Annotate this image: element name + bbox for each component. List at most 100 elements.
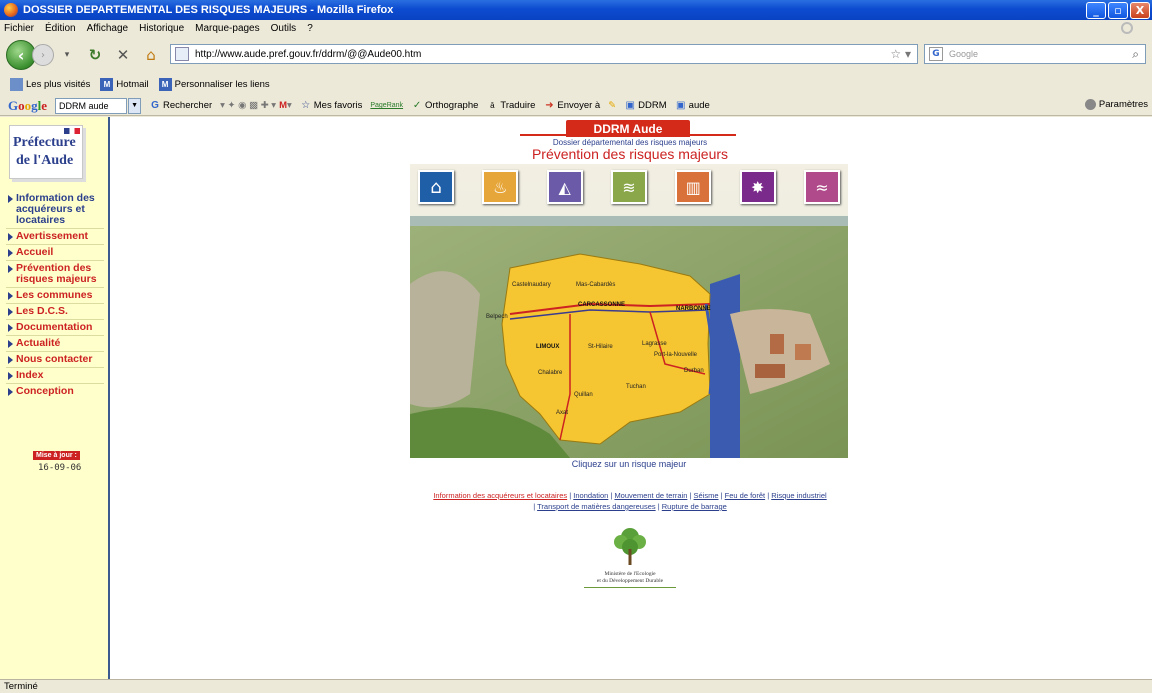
status-text: Terminé (4, 681, 38, 692)
sidebar-item-contact[interactable]: Nous contacter (0, 354, 108, 365)
reload-icon[interactable]: ↻ (85, 46, 105, 64)
close-button[interactable]: X (1130, 2, 1150, 19)
pagerank-label: PageRank (370, 102, 404, 109)
bookmarks-toolbar: Les plus visités M Hotmail M Personnalis… (0, 76, 1152, 93)
link-rupture-barrage[interactable]: Rupture de barrage (662, 502, 727, 511)
history-dropdown-icon[interactable]: ▾ (57, 50, 77, 60)
title-bar: DOSSIER DEPARTEMENTAL DES RISQUES MAJEUR… (0, 0, 1152, 20)
sidebar-item-conception[interactable]: Conception (0, 386, 108, 397)
search-engine-icon[interactable]: G (929, 47, 943, 61)
url-text[interactable]: http://www.aude.pref.gouv.fr/ddrm/@@Aude… (195, 49, 421, 60)
update-badge: Mise à jour : (33, 451, 80, 460)
envoyer-button[interactable]: ➜ Envoyer à (543, 100, 600, 112)
bookmark-most-visited[interactable]: Les plus visités (10, 78, 90, 91)
sidebar-item-information[interactable]: Information des acquéreurs et locataires (0, 193, 108, 226)
forward-button[interactable]: › (32, 44, 54, 66)
risque-industriel-icon[interactable]: ▥ (675, 170, 712, 204)
link-transport[interactable]: Transport de matières dangereuses (537, 502, 656, 511)
mes-favoris-label: Mes favoris (313, 100, 363, 111)
orthographe-button[interactable]: ✓ Orthographe (411, 99, 479, 112)
menu-aide[interactable]: ? (307, 23, 313, 34)
bookmark-personnaliser[interactable]: M Personnaliser les liens (158, 78, 270, 91)
sidebar-item-dcs[interactable]: Les D.C.S. (0, 306, 108, 317)
prefecture-logo[interactable]: Préfecture de l'Aude (9, 125, 83, 179)
logo-line2: de l'Aude (16, 153, 74, 168)
window-title: DOSSIER DEPARTEMENTAL DES RISQUES MAJEUR… (23, 4, 394, 16)
search-input[interactable]: Google (949, 49, 978, 59)
sidebar-item-prevention[interactable]: Prévention des risques majeurs (0, 263, 108, 285)
parametres-button[interactable]: Paramètres (1084, 99, 1148, 110)
link-information[interactable]: Information des acquéreurs et locataires (433, 491, 567, 500)
ministry-line2: et du Développement Durable (596, 578, 664, 584)
feu-de-foret-icon[interactable]: ♨ (482, 170, 519, 204)
google-search-dropdown[interactable]: ▼ (128, 97, 142, 114)
link-seisme[interactable]: Séisme (694, 491, 719, 500)
minimize-button[interactable]: _ (1086, 2, 1106, 19)
pagerank-button[interactable]: PageRank (370, 102, 403, 109)
seisme-icon[interactable]: ≋ (610, 170, 647, 204)
link-inondation[interactable]: Inondation (573, 491, 608, 500)
risk-map[interactable]: ⌂ ♨ ◭ ≋ ▥ ✸ ≈ Castelnaudary Mas-Cabardès… (410, 164, 848, 458)
throbber-icon (1121, 22, 1133, 34)
town-label: LIMOUX (536, 344, 560, 350)
town-label: CARCASSONNE (578, 302, 626, 308)
inondation-icon[interactable]: ⌂ (418, 170, 454, 204)
link-mouvement-terrain[interactable]: Mouvement de terrain (614, 491, 687, 500)
sidebar-item-accueil[interactable]: Accueil (0, 247, 108, 258)
sidebar-item-actualite[interactable]: Actualité (0, 338, 108, 349)
menu-outils[interactable]: Outils (271, 23, 297, 34)
ddrm-button[interactable]: ▣ DDRM (624, 100, 667, 112)
arrow-icon (8, 249, 13, 257)
highlight-icon[interactable]: ✎ (608, 100, 616, 111)
toolbar-buttons-icons[interactable]: ▾ ✦ ◉ ▩ ✚ ▾ M ▾ (220, 100, 292, 111)
ministry-tree-icon (614, 528, 646, 565)
url-bar[interactable]: http://www.aude.pref.gouv.fr/ddrm/@@Aude… (170, 44, 918, 64)
menu-fichier[interactable]: Fichier (4, 23, 34, 34)
search-bar[interactable]: G Google ⌕ (924, 44, 1146, 64)
page-favicon-icon (175, 47, 189, 61)
search-icon[interactable]: ⌕ (1132, 47, 1139, 62)
google-search-input[interactable]: DDRM aude (55, 97, 128, 114)
sidebar-item-index[interactable]: Index (0, 370, 108, 381)
transport-matieres-dangereuses-icon[interactable]: ✸ (739, 170, 776, 204)
link-risque-industriel[interactable]: Risque industriel (771, 491, 826, 500)
menu-edition[interactable]: Édition (45, 23, 76, 34)
sidebar-item-avertissement[interactable]: Avertissement (0, 231, 108, 242)
spellcheck-icon: ✓ (412, 99, 422, 111)
navigation-toolbar: ‹ › ▾ ↻ ✕ ⌂ http://www.aude.pref.gouv.fr… (0, 36, 1152, 74)
town-label: Lagrasse (642, 341, 667, 347)
rechercher-button[interactable]: G Rechercher (149, 100, 212, 112)
ministry-line1: Ministère de l'Ecologie (604, 571, 656, 577)
maximize-button[interactable]: ▫ (1108, 2, 1128, 19)
ddrm-label: DDRM (638, 100, 667, 111)
bookmark-hotmail[interactable]: M Hotmail (100, 78, 149, 91)
menu-marque-pages[interactable]: Marque-pages (195, 23, 259, 34)
town-label: Mas-Cabardès (576, 282, 616, 288)
link-feu-foret[interactable]: Feu de forêt (725, 491, 765, 500)
arrow-icon (8, 233, 13, 241)
sidebar-item-documentation[interactable]: Documentation (0, 322, 108, 333)
menu-bar: Fichier Édition Affichage Historique Mar… (0, 20, 1152, 36)
page-title: Prévention des risques majeurs (531, 146, 729, 162)
bookmark-star-icon[interactable]: ☆ ▾ (890, 47, 911, 61)
aude-button[interactable]: ▣ aude (675, 100, 710, 112)
stop-icon[interactable]: ✕ (113, 46, 133, 64)
mes-favoris-button[interactable]: ☆ Mes favoris (300, 100, 363, 112)
sidebar: Préfecture de l'Aude Information des acq… (0, 117, 110, 679)
google-toolbar: Google DDRM aude ▼ G Rechercher ▾ ✦ ◉ ▩ … (0, 96, 1152, 116)
menu-historique[interactable]: Historique (139, 23, 184, 34)
arrow-icon (8, 388, 13, 396)
update-date: 16-09-06 (38, 463, 82, 473)
town-label: Castelnaudary (512, 282, 551, 288)
sea-lagoon (710, 274, 740, 458)
msn-icon: M (100, 78, 114, 91)
page-viewport: Préfecture de l'Aude Information des acq… (0, 117, 1152, 679)
menu-affichage[interactable]: Affichage (87, 23, 129, 34)
rupture-de-barrage-icon[interactable]: ≈ (803, 170, 840, 204)
home-icon[interactable]: ⌂ (141, 46, 161, 64)
google-logo: Google (8, 97, 48, 113)
mouvement-de-terrain-icon[interactable]: ◭ (546, 170, 583, 204)
sidebar-item-communes[interactable]: Les communes (0, 290, 108, 301)
traduire-button[interactable]: ā Traduire (486, 100, 535, 112)
ministry-text: Ministère de l'Ecologie et du Développem… (560, 571, 700, 585)
